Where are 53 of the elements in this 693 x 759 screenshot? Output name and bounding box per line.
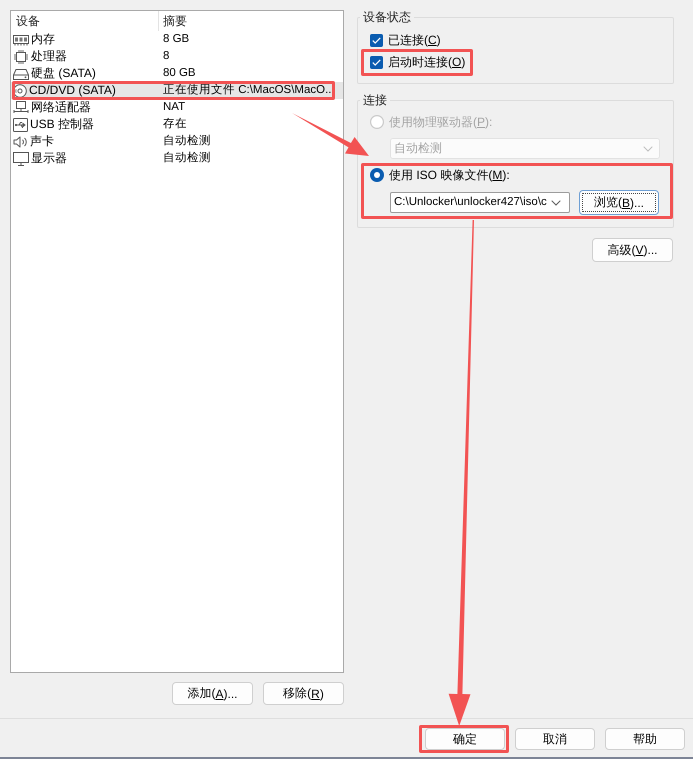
- device-row[interactable]: CD/DVD (SATA) 正在使用文件 C:\MacOS\MacO..: [11, 82, 343, 99]
- chevron-down-icon: [550, 200, 561, 206]
- group-title: 连接: [362, 93, 388, 107]
- device-row[interactable]: 内存 8 GB: [11, 31, 343, 48]
- device-name: 网络适配器: [31, 100, 91, 115]
- chip-icon: [13, 50, 29, 64]
- column-header[interactable]: 摘要: [158, 11, 343, 31]
- network-adapter-icon: [13, 101, 29, 114]
- radio-label[interactable]: 使用 ISO 映像文件(M):: [389, 168, 510, 182]
- device-summary: 8: [163, 49, 170, 64]
- device-summary: 正在使用文件 C:\MacOS\MacO..: [163, 83, 332, 98]
- device-row[interactable]: 网络适配器 NAT: [11, 99, 343, 116]
- device-summary: 8 GB: [163, 32, 190, 47]
- advanced-button[interactable]: 高级(V)...: [592, 238, 673, 262]
- check-icon: [372, 36, 381, 44]
- device-summary: NAT: [163, 100, 186, 115]
- radio-button[interactable]: [370, 168, 384, 182]
- hard-drive-icon: [13, 68, 29, 80]
- dialog-button[interactable]: 帮助: [605, 728, 685, 750]
- list-action-button[interactable]: 移除(R): [263, 682, 344, 705]
- device-name: 显示器: [31, 151, 67, 166]
- checkbox[interactable]: [370, 56, 383, 68]
- device-name: USB 控制器: [30, 117, 94, 132]
- device-row[interactable]: 处理器 8: [11, 48, 343, 65]
- ram-stick-icon: [13, 34, 29, 46]
- speaker-icon: [13, 136, 28, 148]
- device-summary: 自动检测: [163, 151, 212, 166]
- list-action-button[interactable]: 添加(A)...: [172, 682, 253, 705]
- usb-icon: [13, 118, 28, 132]
- checkbox-label[interactable]: 已连接(C): [388, 32, 441, 48]
- device-row[interactable]: 声卡 自动检测: [11, 133, 343, 150]
- browse-button[interactable]: 浏览(B)...: [579, 190, 659, 215]
- monitor-icon: [13, 152, 29, 166]
- device-row[interactable]: 显示器 自动检测: [11, 150, 343, 167]
- column-header[interactable]: 设备: [11, 11, 158, 31]
- group-title: 设备状态: [362, 10, 412, 24]
- checkbox-label[interactable]: 启动时连接(O): [388, 54, 466, 70]
- device-name: 内存: [31, 32, 55, 47]
- device-name: CD/DVD (SATA): [29, 83, 116, 98]
- device-name: 硬盘 (SATA): [31, 66, 96, 81]
- device-summary: 存在: [163, 117, 188, 132]
- check-icon: [372, 58, 381, 66]
- dialog-button[interactable]: 取消: [515, 728, 595, 750]
- device-row[interactable]: USB 控制器 存在: [11, 116, 343, 133]
- device-summary: 自动检测: [163, 134, 212, 149]
- device-row[interactable]: 硬盘 (SATA) 80 GB: [11, 65, 343, 82]
- device-name: 处理器: [31, 49, 67, 64]
- checkbox[interactable]: [370, 34, 383, 46]
- chevron-down-icon: [643, 146, 653, 152]
- iso-path-combobox[interactable]: C:\Unlocker\unlocker427\iso\c: [390, 192, 570, 213]
- dialog-button[interactable]: 确定: [425, 728, 505, 750]
- device-summary: 80 GB: [163, 66, 197, 81]
- device-name: 声卡: [30, 134, 54, 149]
